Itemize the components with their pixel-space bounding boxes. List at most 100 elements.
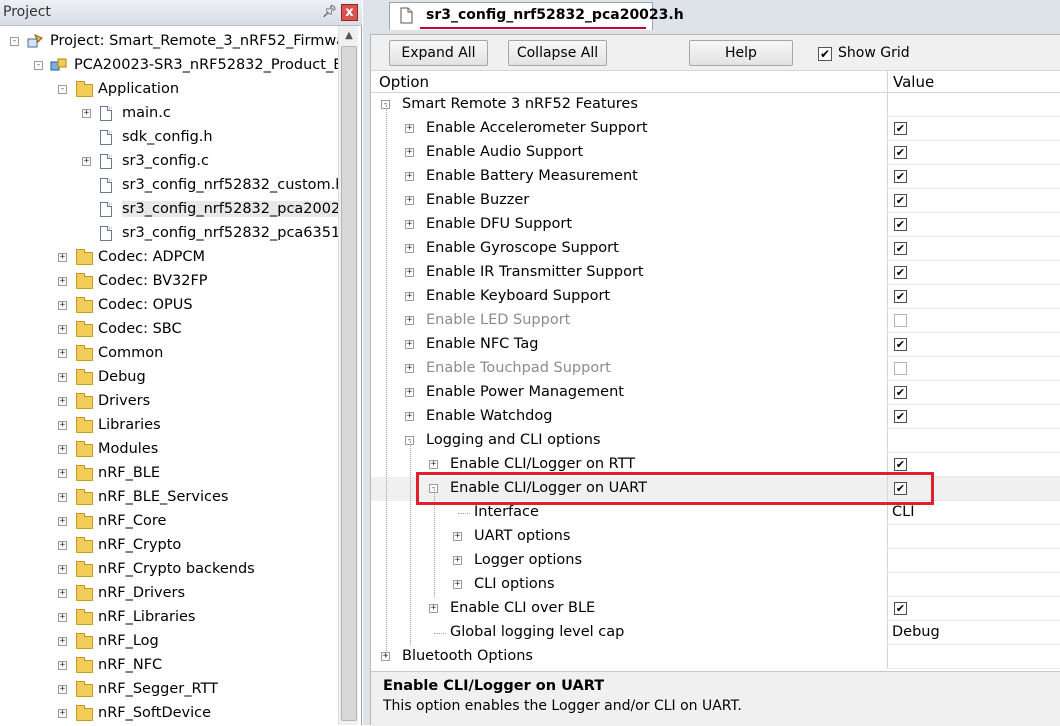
expand-icon[interactable]: +: [58, 373, 67, 382]
expand-icon[interactable]: +: [58, 637, 67, 646]
option-row[interactable]: - Smart Remote 3 nRF52 Features: [371, 93, 1060, 117]
expand-icon[interactable]: +: [58, 709, 67, 718]
tree-item[interactable]: + nRF_Segger_RTT: [0, 678, 338, 702]
tab-sr3-config-pca20023[interactable]: sr3_config_nrf52832_pca20023.h: [389, 2, 684, 30]
tree-item[interactable]: + sr3_config.c: [0, 150, 338, 174]
expand-icon[interactable]: +: [405, 148, 414, 157]
option-checkbox[interactable]: ✔: [894, 170, 907, 183]
option-checkbox[interactable]: ✔: [894, 218, 907, 231]
expand-icon[interactable]: +: [405, 196, 414, 205]
option-value-cell[interactable]: ✔: [887, 141, 1060, 165]
option-checkbox[interactable]: ✔: [894, 410, 907, 423]
tree-item[interactable]: - Project: Smart_Remote_3_nRF52_Firmware_: [0, 30, 338, 54]
option-value-cell[interactable]: [887, 429, 1060, 453]
tree-item[interactable]: + Drivers: [0, 390, 338, 414]
expand-icon[interactable]: +: [429, 604, 438, 613]
expand-icon[interactable]: +: [58, 613, 67, 622]
expand-icon[interactable]: +: [453, 532, 462, 541]
pin-icon[interactable]: 📌︎: [322, 4, 337, 20]
option-row[interactable]: + Enable Keyboard Support ✔: [371, 285, 1060, 309]
option-value-cell[interactable]: ✔: [887, 237, 1060, 261]
expand-icon[interactable]: +: [58, 445, 67, 454]
option-row[interactable]: + Enable Audio Support ✔: [371, 141, 1060, 165]
option-value-cell[interactable]: [887, 309, 1060, 333]
expand-icon[interactable]: +: [405, 292, 414, 301]
expand-icon[interactable]: +: [405, 364, 414, 373]
option-value-cell[interactable]: [887, 525, 1060, 549]
scrollbar-thumb[interactable]: [341, 46, 357, 721]
expand-icon[interactable]: +: [405, 244, 414, 253]
tree-item[interactable]: + nRF_Crypto: [0, 534, 338, 558]
expand-icon[interactable]: +: [58, 493, 67, 502]
expand-icon[interactable]: +: [405, 124, 414, 133]
option-value-cell[interactable]: ✔: [887, 261, 1060, 285]
expand-icon[interactable]: +: [58, 253, 67, 262]
expand-icon[interactable]: +: [405, 220, 414, 229]
tree-item[interactable]: + nRF_NFC: [0, 654, 338, 678]
option-checkbox[interactable]: ✔: [894, 386, 907, 399]
option-row[interactable]: + Enable Watchdog ✔: [371, 405, 1060, 429]
tree-item[interactable]: + nRF_Drivers: [0, 582, 338, 606]
show-grid-checkbox[interactable]: ✔: [818, 47, 832, 61]
tree-item[interactable]: sr3_config_nrf52832_pca63519.h: [0, 222, 338, 246]
tree-item[interactable]: + nRF_Libraries: [0, 606, 338, 630]
option-value-cell[interactable]: [887, 549, 1060, 573]
close-icon[interactable]: x: [341, 4, 358, 21]
option-value-cell[interactable]: Debug: [887, 621, 1060, 645]
expand-icon[interactable]: +: [58, 589, 67, 598]
option-row[interactable]: + UART options: [371, 525, 1060, 549]
expand-icon[interactable]: +: [405, 388, 414, 397]
option-row[interactable]: + Enable Power Management ✔: [371, 381, 1060, 405]
option-value-cell[interactable]: [887, 645, 1060, 669]
expand-icon[interactable]: +: [405, 268, 414, 277]
tree-item[interactable]: + Codec: ADPCM: [0, 246, 338, 270]
tree-item[interactable]: + Codec: BV32FP: [0, 270, 338, 294]
option-row[interactable]: + Enable Gyroscope Support ✔: [371, 237, 1060, 261]
expand-icon[interactable]: +: [58, 469, 67, 478]
expand-icon[interactable]: +: [58, 349, 67, 358]
option-checkbox[interactable]: ✔: [894, 242, 907, 255]
tree-item[interactable]: + nRF_Log: [0, 630, 338, 654]
option-checkbox[interactable]: ✔: [894, 146, 907, 159]
option-checkbox[interactable]: ✔: [894, 602, 907, 615]
tree-item[interactable]: + nRF_Core: [0, 510, 338, 534]
expand-icon[interactable]: +: [58, 277, 67, 286]
option-value-cell[interactable]: ✔: [887, 285, 1060, 309]
option-row[interactable]: + Enable Accelerometer Support ✔: [371, 117, 1060, 141]
tree-item[interactable]: + nRF_BLE_Services: [0, 486, 338, 510]
expand-icon[interactable]: +: [58, 421, 67, 430]
option-value-cell[interactable]: ✔: [887, 333, 1060, 357]
option-value-cell[interactable]: ✔: [887, 165, 1060, 189]
expand-icon[interactable]: +: [453, 580, 462, 589]
tree-item[interactable]: + nRF_SoftDevice: [0, 702, 338, 725]
option-row[interactable]: + Enable DFU Support ✔: [371, 213, 1060, 237]
expand-icon[interactable]: +: [58, 661, 67, 670]
option-checkbox[interactable]: [894, 362, 907, 375]
option-checkbox[interactable]: ✔: [894, 122, 907, 135]
expand-icon[interactable]: +: [82, 109, 91, 118]
option-row[interactable]: + Enable IR Transmitter Support ✔: [371, 261, 1060, 285]
option-row[interactable]: + Logger options: [371, 549, 1060, 573]
expand-icon[interactable]: +: [58, 397, 67, 406]
tree-item[interactable]: + nRF_BLE: [0, 462, 338, 486]
tree-item[interactable]: + Debug: [0, 366, 338, 390]
expand-icon[interactable]: +: [405, 172, 414, 181]
option-checkbox[interactable]: ✔: [894, 194, 907, 207]
option-row[interactable]: + Enable NFC Tag ✔: [371, 333, 1060, 357]
expand-icon[interactable]: +: [405, 412, 414, 421]
tree-item[interactable]: + Codec: SBC: [0, 318, 338, 342]
tree-item[interactable]: + Modules: [0, 438, 338, 462]
option-value-cell[interactable]: ✔: [887, 213, 1060, 237]
column-header-value[interactable]: Value: [893, 73, 934, 91]
collapse-all-button[interactable]: Collapse All: [508, 40, 607, 66]
expand-icon[interactable]: +: [82, 157, 91, 166]
option-row[interactable]: + CLI options: [371, 573, 1060, 597]
column-header-option[interactable]: Option: [379, 73, 429, 91]
expand-all-button[interactable]: Expand All: [389, 40, 488, 66]
expand-icon[interactable]: +: [58, 685, 67, 694]
option-row[interactable]: + Bluetooth Options: [371, 645, 1060, 669]
expand-icon[interactable]: +: [405, 316, 414, 325]
option-value-cell[interactable]: [887, 93, 1060, 117]
tree-item[interactable]: - PCA20023-SR3_nRF52832_Product_Exar: [0, 54, 338, 78]
collapse-icon[interactable]: -: [10, 37, 19, 46]
